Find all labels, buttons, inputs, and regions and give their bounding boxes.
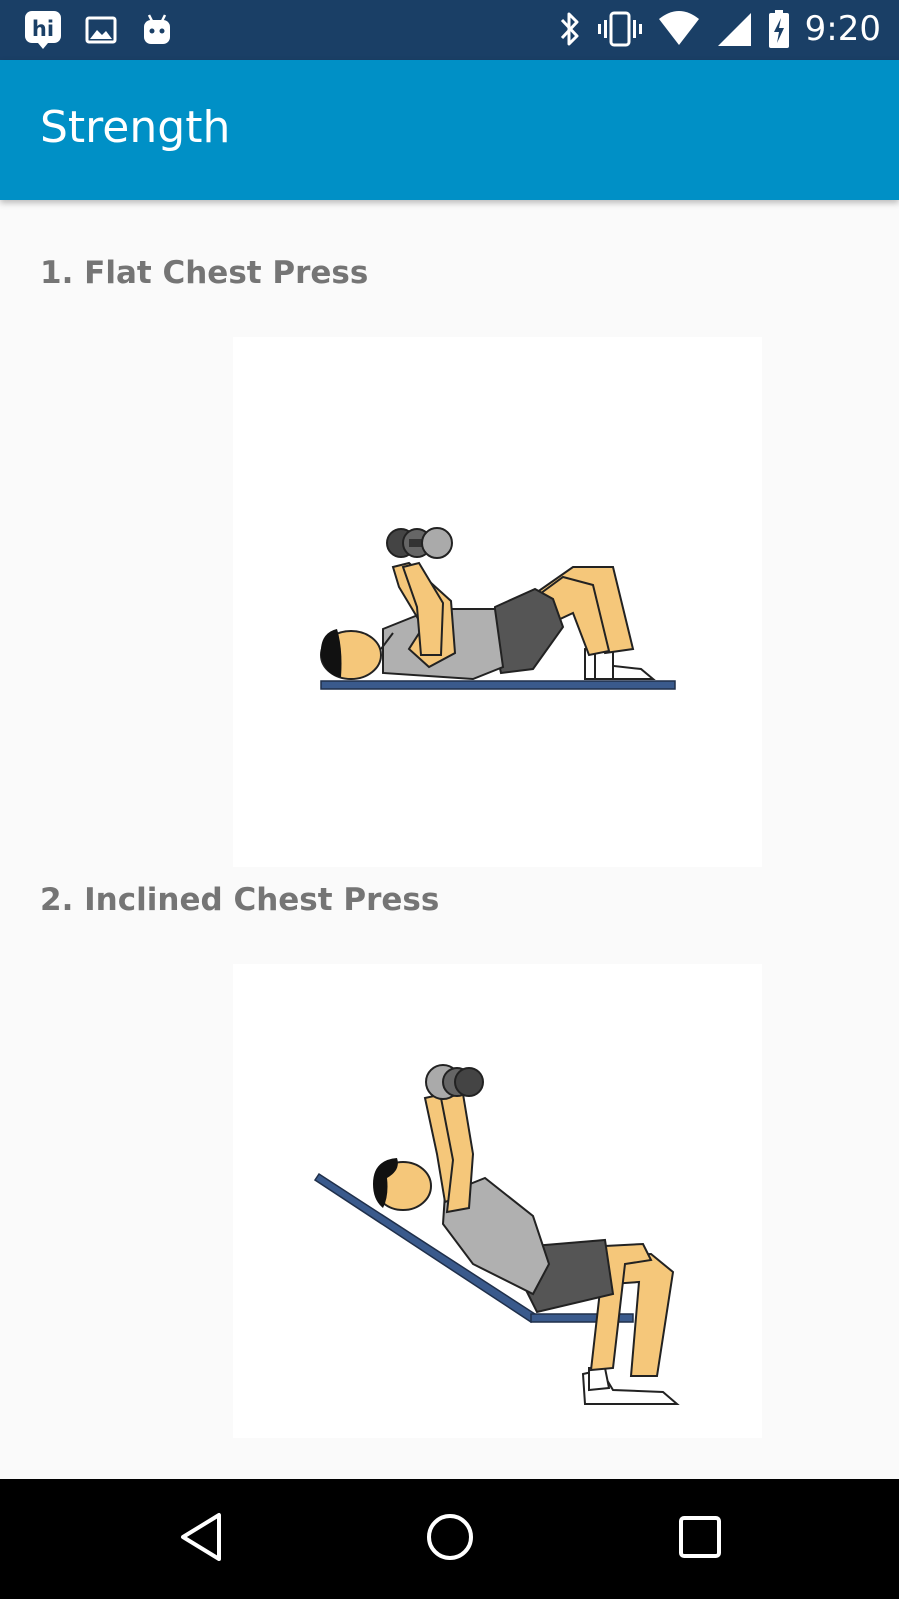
svg-text:hi: hi bbox=[32, 17, 54, 41]
back-icon bbox=[177, 1510, 227, 1569]
recents-icon bbox=[675, 1512, 725, 1567]
back-button[interactable] bbox=[142, 1479, 262, 1599]
exercise-title-flat-chest-press: 1. Flat Chest Press bbox=[40, 255, 369, 291]
bluetooth-icon bbox=[557, 9, 583, 49]
clock: 9:20 bbox=[804, 9, 881, 49]
image-icon bbox=[84, 13, 118, 47]
exercise-list[interactable]: 1. Flat Chest Press 2. Inclined Chest Pr… bbox=[0, 200, 899, 1479]
system-icons: 9:20 bbox=[557, 8, 881, 50]
notification-icons: hi bbox=[24, 10, 174, 50]
android-icon bbox=[140, 12, 174, 48]
status-bar: hi 9:20 bbox=[0, 0, 899, 60]
flat-chest-press-image bbox=[233, 337, 762, 867]
app-bar: Strength bbox=[0, 60, 899, 200]
inclined-chest-press-image bbox=[233, 964, 762, 1438]
recents-button[interactable] bbox=[640, 1479, 760, 1599]
hike-icon: hi bbox=[24, 10, 62, 50]
page-title: Strength bbox=[40, 102, 231, 153]
navigation-bar bbox=[0, 1479, 899, 1599]
wifi-icon bbox=[657, 9, 701, 49]
signal-icon bbox=[715, 9, 753, 49]
battery-charging-icon bbox=[767, 8, 791, 50]
exercise-title-inclined-chest-press: 2. Inclined Chest Press bbox=[40, 882, 440, 918]
vibrate-icon bbox=[597, 9, 643, 49]
home-icon bbox=[423, 1510, 477, 1569]
home-button[interactable] bbox=[390, 1479, 510, 1599]
